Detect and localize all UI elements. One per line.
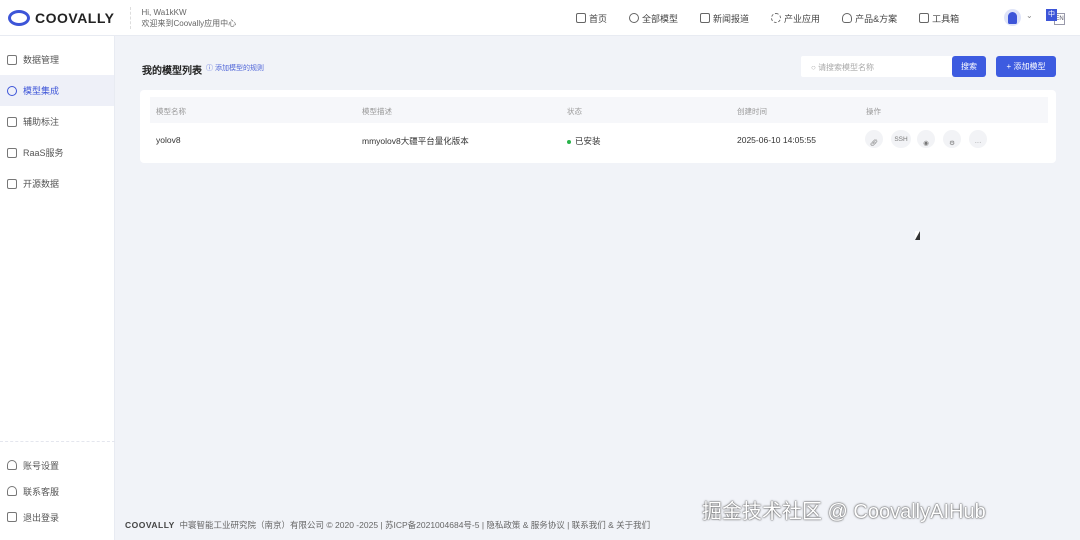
ssh-button[interactable]: SSH (891, 130, 911, 148)
nav-label: 工具箱 (932, 13, 960, 24)
model-table: 模型名称 模型描述 状态 创建时间 操作 yolov8 mmyolov8大疆平台… (140, 90, 1056, 163)
mouse-cursor (915, 231, 920, 240)
sidebar-item-data[interactable]: 数据管理 (0, 44, 114, 75)
more-icon: ··· (974, 139, 982, 146)
top-header: COOVALLY Hi, Wa1kKW 欢迎来到Coovally应用中心 首页 … (0, 0, 1080, 36)
created-time: 2025-06-10 14:05:55 (737, 135, 816, 145)
sidebar-item-support[interactable]: 联系客服 (0, 478, 115, 504)
dataset-icon (7, 178, 17, 189)
chart-icon (7, 54, 17, 65)
search-input[interactable]: ○ 请搜索模型名称 (801, 56, 953, 77)
nav-products[interactable]: 产品&方案 (842, 12, 897, 25)
sidebar-item-account[interactable]: 账号设置 (0, 452, 115, 478)
greeting: Hi, Wa1kKW 欢迎来到Coovally应用中心 (130, 6, 237, 29)
nav-label: 首页 (589, 13, 608, 24)
nav-label: 新闻报道 (713, 13, 750, 24)
logo[interactable]: COOVALLY (8, 9, 115, 26)
gear-icon: ⚙ (949, 140, 955, 147)
add-model-button[interactable]: + 添加模型 (996, 56, 1056, 77)
column-header: 模型名称 (156, 107, 186, 116)
nav-label: 产品&方案 (855, 13, 898, 24)
settings-button[interactable]: ⚙ (943, 130, 961, 148)
status-text: 已安装 (575, 136, 601, 146)
sidebar-item-label: 退出登录 (23, 512, 60, 523)
logout-icon (7, 512, 17, 522)
toolbox-icon (919, 13, 930, 23)
search-icon: ○ (811, 63, 819, 72)
info-icon: ⓘ (206, 65, 215, 72)
table-header: 模型名称 模型描述 状态 创建时间 操作 (150, 97, 1048, 123)
sidebar-item-label: RaaS服务 (23, 148, 64, 158)
sidebar-item-raas[interactable]: RaaS服务 (0, 137, 114, 168)
nav-all-models[interactable]: 全部模型 (629, 12, 678, 25)
footer-brand: COOVALLY (125, 520, 175, 530)
model-description: mmyolov8大疆平台量化版本 (362, 136, 469, 146)
link-icon: 🔗︎ (869, 140, 879, 147)
model-icon (7, 85, 17, 96)
footer: COOVALLY 中寰智能工业研究院（南京）有限公司 © 2020 -2025 … (125, 519, 650, 531)
model-name: yolov8 (156, 135, 181, 145)
nav-home[interactable]: 首页 (576, 12, 607, 25)
language-switch[interactable]: EN 中 (1046, 9, 1066, 25)
sidebar-item-label: 辅助标注 (23, 117, 60, 127)
model-icon (629, 13, 640, 23)
annotation-icon (7, 116, 17, 127)
sidebar-item-logout[interactable]: 退出登录 (0, 504, 115, 530)
sidebar: 数据管理 模型集成 辅助标注 RaaS服务 开源数据 账号设置 联系客服 退出登… (0, 36, 115, 540)
nav-label: 全部模型 (642, 13, 679, 24)
nav-industry[interactable]: 产业应用 (771, 12, 820, 25)
main-nav: 首页 全部模型 新闻报道 产业应用 产品&方案 工具箱 (576, 0, 959, 36)
user-icon (7, 460, 17, 470)
column-header: 操作 (866, 107, 881, 116)
logo-icon (8, 9, 30, 26)
search-button[interactable]: 搜索 (952, 56, 986, 77)
more-button[interactable]: ··· (969, 130, 987, 148)
column-header: 模型描述 (362, 107, 392, 116)
lang-zh: 中 (1046, 9, 1057, 21)
link-button[interactable]: 🔗︎ (865, 130, 883, 148)
logo-text: COOVALLY (35, 9, 115, 26)
nav-toolbox[interactable]: 工具箱 (919, 12, 959, 25)
watermark: 掘金技术社区 @ CoovallyAIHub (702, 501, 986, 523)
chevron-down-icon[interactable]: ⌄ (1026, 11, 1033, 20)
bulb-icon (842, 13, 853, 23)
welcome-text: 欢迎来到Coovally应用中心 (141, 18, 237, 28)
sidebar-item-label: 数据管理 (23, 55, 60, 65)
search-placeholder: 请搜索模型名称 (818, 63, 875, 72)
table-row: yolov8 mmyolov8大疆平台量化版本 已安装 2025-06-10 1… (150, 126, 1048, 152)
nav-label: 产业应用 (784, 13, 821, 24)
sidebar-item-annotation[interactable]: 辅助标注 (0, 106, 114, 137)
status-dot (567, 139, 571, 144)
sidebar-item-label: 开源数据 (23, 179, 60, 189)
headset-icon (7, 486, 17, 496)
news-icon (700, 13, 711, 23)
rule-link[interactable]: ⓘ 添加模型的规则 (206, 63, 264, 73)
eye-icon: ◉ (923, 140, 929, 147)
view-button[interactable]: ◉ (917, 130, 935, 148)
industry-icon (771, 13, 782, 23)
footer-text[interactable]: 中寰智能工业研究院（南京）有限公司 © 2020 -2025 | 苏ICP备20… (180, 520, 651, 530)
avatar[interactable] (1004, 9, 1021, 26)
sidebar-item-models[interactable]: 模型集成 (0, 75, 114, 106)
greeting-text: Hi, Wa1kKW (141, 7, 187, 17)
clipboard-icon (7, 147, 17, 158)
sidebar-item-label: 模型集成 (23, 86, 60, 96)
sidebar-item-open-data[interactable]: 开源数据 (0, 168, 114, 199)
page-title: 我的模型列表 (142, 66, 202, 77)
nav-news[interactable]: 新闻报道 (700, 12, 749, 25)
home-icon (576, 13, 586, 23)
sidebar-item-label: 联系客服 (23, 486, 60, 497)
status-badge: 已安装 (567, 135, 601, 147)
column-header: 状态 (567, 107, 582, 116)
rule-link-text: 添加模型的规则 (214, 65, 264, 72)
sidebar-bottom: 账号设置 联系客服 退出登录 (0, 441, 115, 530)
column-header: 创建时间 (737, 107, 767, 116)
sidebar-item-label: 账号设置 (23, 460, 60, 471)
